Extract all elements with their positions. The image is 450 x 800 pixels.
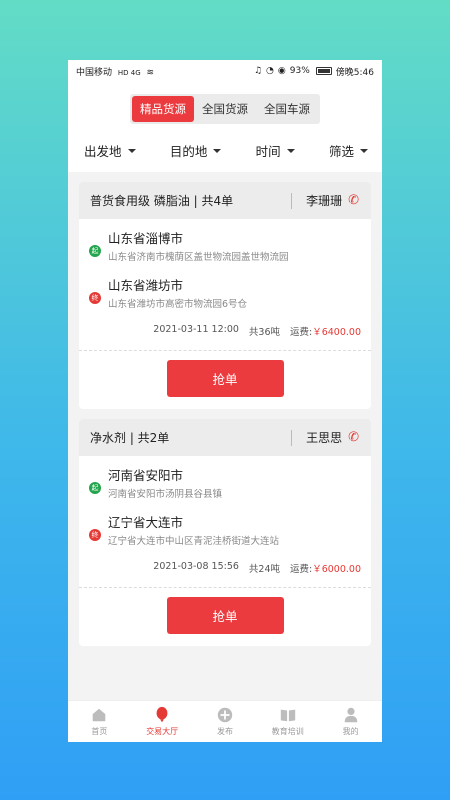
tab-trading-hall[interactable]: 交易大厅 <box>132 706 192 737</box>
card-header: 普货食用级 磷脂油 | 共4单 李珊珊 ✆ <box>79 182 371 219</box>
weight: 共36吨 <box>248 327 280 338</box>
end-badge: 终 <box>89 292 101 304</box>
filter-origin-label: 出发地 <box>84 144 122 159</box>
stop-origin: 起 河南省安阳市 河南省安阳市汤阴县谷县镇 <box>89 467 359 503</box>
eye-icon: ◉ <box>277 66 286 76</box>
card-header: 净水剂 | 共2单 王思思 ✆ <box>79 419 371 456</box>
tab-home-label: 首页 <box>91 727 108 736</box>
segment-wrap: 精品货源 全国货源 全国车源 <box>130 94 320 124</box>
tab-mine[interactable]: 我的 <box>321 706 381 737</box>
fee-label: 运费: <box>290 564 313 575</box>
grab-wrap: 抢单 <box>79 588 371 646</box>
origin-city: 河南省安阳市 <box>108 468 184 483</box>
card-title: 普货食用级 磷脂油 | 共4单 <box>90 194 234 208</box>
tab-mine-label: 我的 <box>342 727 359 736</box>
clock: 傍晚5:46 <box>335 67 374 78</box>
origin-address: 山东省济南市槐荫区盖世物流园盖世物流园 <box>108 252 289 263</box>
fee-label: 运费: <box>290 327 313 338</box>
tab-trading-hall-label: 交易大厅 <box>146 727 179 736</box>
battery-percent: 93% <box>289 66 310 76</box>
cargo-card: 净水剂 | 共2单 王思思 ✆ 起 河南省安阳市 河南省安阳市汤阴县谷县镇 终 <box>79 419 371 646</box>
filter-more[interactable]: 筛选 <box>329 141 368 160</box>
cargo-card: 普货食用级 磷脂油 | 共4单 李珊珊 ✆ 起 山东省淄博市 山东省济南市槐荫区… <box>79 182 371 409</box>
destination-city: 辽宁省大连市 <box>108 515 184 530</box>
weight: 共24吨 <box>248 564 280 575</box>
phone-icon[interactable]: ✆ <box>348 430 359 445</box>
fee-value: ￥6000.00 <box>312 564 361 575</box>
grab-order-button[interactable]: 抢单 <box>166 360 284 397</box>
contact[interactable]: 王思思 ✆ <box>291 429 359 446</box>
card-meta: 2021-03-08 15:56 共24吨 运费:￥6000.00 <box>79 561 371 587</box>
grab-order-button[interactable]: 抢单 <box>166 597 284 634</box>
book-icon <box>280 709 295 722</box>
caret-down-icon <box>127 148 136 153</box>
phone-screen: 中国移动 HD 4G ≋ ♫ ◔ ◉ 93% 傍晚5:46 精品货源 全国货源 … <box>68 60 382 742</box>
start-badge: 起 <box>89 245 101 257</box>
grab-wrap: 抢单 <box>79 351 371 409</box>
destination-address: 辽宁省大连市中山区青泥洼桥街道大连站 <box>108 536 280 547</box>
card-meta: 2021-03-11 12:00 共36吨 运费:￥6400.00 <box>79 324 371 350</box>
home-icon <box>93 708 106 722</box>
plus-circle-icon <box>217 707 233 723</box>
status-left: 中国移动 HD 4G ≋ <box>76 65 154 78</box>
datetime: 2021-03-11 12:00 <box>153 324 239 335</box>
route: 起 山东省淄博市 山东省济南市槐荫区盖世物流园盖世物流园 终 山东省潍坊市 山东… <box>79 219 371 313</box>
stop-origin: 起 山东省淄博市 山东省济南市槐荫区盖世物流园盖世物流园 <box>89 230 359 266</box>
tab-education[interactable]: 教育培训 <box>258 706 318 737</box>
network-label: HD 4G <box>117 68 141 77</box>
divider <box>291 429 293 446</box>
battery-icon <box>315 67 332 75</box>
filter-time-label: 时间 <box>255 144 281 159</box>
tab-publish[interactable]: 发布 <box>195 706 255 737</box>
filter-destination-label: 目的地 <box>169 144 208 159</box>
user-icon <box>344 707 357 723</box>
route: 起 河南省安阳市 河南省安阳市汤阴县谷县镇 终 辽宁省大连市 辽宁省大连市中山区… <box>79 456 371 550</box>
tab-national-cargo[interactable]: 全国货源 <box>194 96 256 122</box>
filter-origin[interactable]: 出发地 <box>84 141 136 160</box>
divider <box>291 192 293 209</box>
start-badge: 起 <box>89 482 101 494</box>
bottom-tab-bar: 首页 交易大厅 发布 教育培训 我的 <box>68 700 382 742</box>
caret-down-icon <box>213 148 222 153</box>
stop-destination: 终 山东省潍坊市 山东省潍坊市高密市物流园6号仓 <box>89 277 359 313</box>
datetime: 2021-03-08 15:56 <box>153 561 239 572</box>
cargo-list: 普货食用级 磷脂油 | 共4单 李珊珊 ✆ 起 山东省淄博市 山东省济南市槐荫区… <box>68 172 382 646</box>
filter-bar: 出发地 目的地 时间 筛选 <box>68 132 382 172</box>
origin-address: 河南省安阳市汤阴县谷县镇 <box>108 489 223 500</box>
segment-control: 精品货源 全国货源 全国车源 <box>68 82 382 132</box>
tab-education-label: 教育培训 <box>271 727 304 736</box>
filter-more-label: 筛选 <box>328 144 354 159</box>
headset-icon: ♫ <box>253 66 263 76</box>
phone-icon[interactable]: ✆ <box>348 193 359 208</box>
tab-national-trucks[interactable]: 全国车源 <box>256 96 318 122</box>
fee-value: ￥6400.00 <box>312 327 361 338</box>
caret-down-icon <box>360 148 368 153</box>
status-bar: 中国移动 HD 4G ≋ ♫ ◔ ◉ 93% 傍晚5:46 <box>68 60 382 82</box>
destination-address: 山东省潍坊市高密市物流园6号仓 <box>108 299 248 310</box>
contact-name: 王思思 <box>306 431 343 445</box>
contact-name: 李珊珊 <box>306 194 343 208</box>
carrier-label: 中国移动 <box>76 67 113 78</box>
end-badge: 终 <box>89 529 101 541</box>
destination-city: 山东省潍坊市 <box>108 278 184 293</box>
tab-publish-label: 发布 <box>216 727 233 736</box>
origin-city: 山东省淄博市 <box>108 231 184 246</box>
status-right: ♫ ◔ ◉ 93% 傍晚5:46 <box>254 65 374 78</box>
balloon-icon <box>156 706 168 723</box>
stop-destination: 终 辽宁省大连市 辽宁省大连市中山区青泥洼桥街道大连站 <box>89 514 359 550</box>
top-panel: 精品货源 全国货源 全国车源 出发地 目的地 时间 筛选 <box>68 82 382 172</box>
alarm-icon: ◔ <box>266 66 274 76</box>
contact[interactable]: 李珊珊 ✆ <box>291 192 359 209</box>
card-title: 净水剂 | 共2单 <box>90 431 170 445</box>
filter-time[interactable]: 时间 <box>256 141 295 160</box>
wifi-icon: ≋ <box>146 67 155 78</box>
filter-destination[interactable]: 目的地 <box>170 141 222 160</box>
caret-down-icon <box>286 148 295 153</box>
tab-premium-cargo[interactable]: 精品货源 <box>132 96 194 122</box>
tab-home[interactable]: 首页 <box>69 706 129 737</box>
